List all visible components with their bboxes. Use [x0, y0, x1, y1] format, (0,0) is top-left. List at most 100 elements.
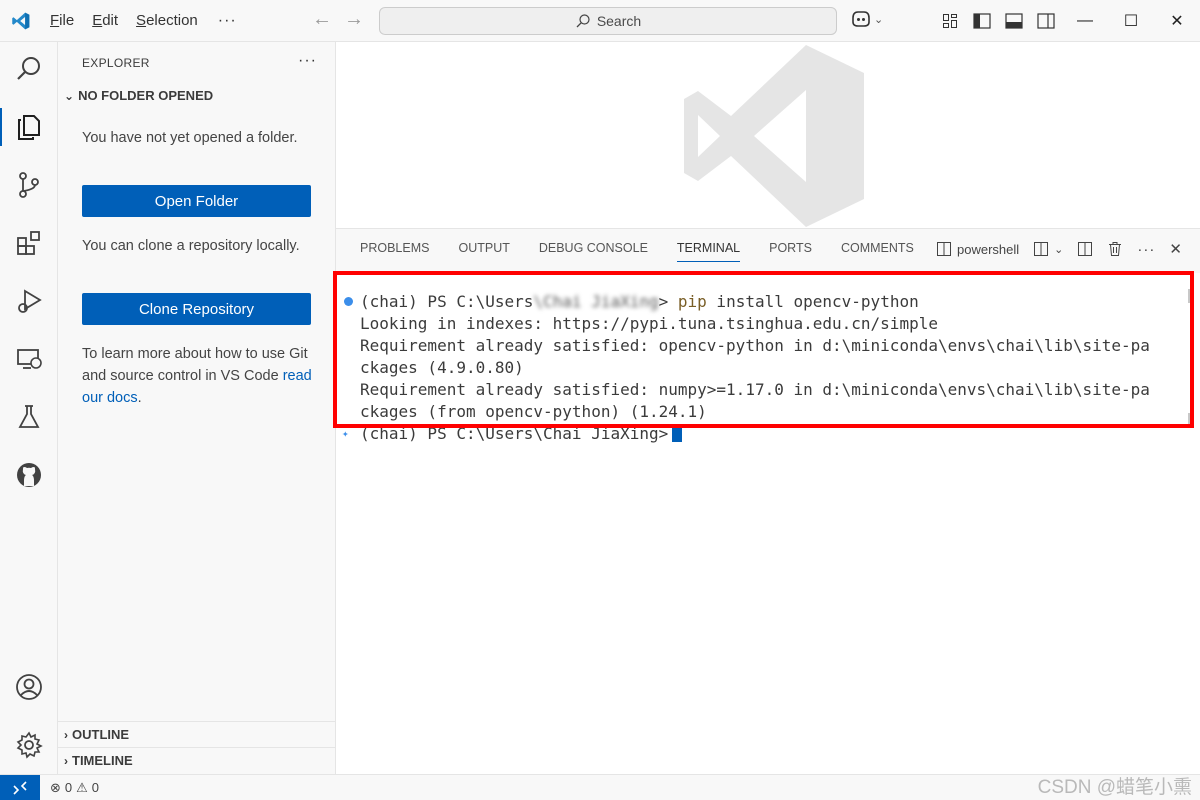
- tab-problems[interactable]: PROBLEMS: [360, 241, 429, 262]
- activity-bar: [0, 42, 58, 774]
- tab-debug-console[interactable]: DEBUG CONSOLE: [539, 241, 648, 262]
- clone-repository-button[interactable]: Clone Repository: [82, 293, 311, 325]
- error-count: 0: [64, 780, 73, 795]
- github-icon[interactable]: [0, 450, 58, 500]
- vscode-logo-icon[interactable]: [0, 0, 42, 42]
- problems-indicator[interactable]: ⊗ 0 ⚠ 0: [50, 780, 99, 796]
- chevron-right-icon: ›: [64, 727, 68, 742]
- menu-bar: File Edit Selection ···: [42, 8, 247, 34]
- layout-controls: [940, 11, 1056, 31]
- command-args: install opencv-python: [706, 292, 919, 311]
- git-docs-period: .: [137, 390, 142, 406]
- split-terminal-button[interactable]: [1077, 241, 1093, 257]
- sidebar-more-actions[interactable]: ···: [298, 52, 317, 70]
- close-panel-icon[interactable]: ✕: [1169, 240, 1182, 258]
- sparkle-icon: ✦: [342, 427, 349, 440]
- trash-icon: [1109, 242, 1122, 256]
- account-icon[interactable]: [0, 662, 58, 712]
- terminal-line: Looking in indexes: https://pypi.tuna.ts…: [360, 314, 938, 333]
- scrollbar-marker[interactable]: [1188, 413, 1192, 427]
- outline-section-header[interactable]: › OUTLINE: [58, 721, 336, 747]
- section-title: NO FOLDER OPENED: [78, 88, 214, 103]
- maximize-icon[interactable]: ☐: [1108, 0, 1154, 42]
- terminal-line: Requirement already satisfied: opencv-py…: [360, 336, 1150, 355]
- split-terminal-icon: [1078, 242, 1093, 256]
- outline-label: OUTLINE: [72, 727, 130, 742]
- close-icon[interactable]: ✕: [1154, 0, 1200, 42]
- timeline-label: TIMELINE: [72, 753, 133, 768]
- title-bar: File Edit Selection ··· ← → Search ⌄ — ☐…: [0, 0, 1200, 42]
- terminal-line: ckages (from opencv-python) (1.24.1): [360, 402, 707, 421]
- chevron-down-icon: ⌄: [874, 13, 884, 26]
- prompt-suffix: >: [658, 292, 678, 311]
- copilot-icon: [852, 11, 870, 27]
- run-debug-icon[interactable]: [0, 276, 58, 326]
- git-docs-message: To learn more about how to use Git and s…: [82, 343, 322, 409]
- no-folder-section-header[interactable]: ⌄ NO FOLDER OPENED: [64, 88, 213, 103]
- search-label: Search: [596, 13, 642, 29]
- terminal-line: (chai) PS C:\Users\Chai JiaXing> pip ins…: [360, 291, 919, 313]
- terminal-line: Requirement already satisfied: numpy>=1.…: [360, 380, 1150, 399]
- command-center-search[interactable]: Search: [379, 7, 837, 35]
- warning-icon: ⚠: [76, 779, 88, 795]
- tab-output[interactable]: OUTPUT: [458, 241, 509, 262]
- testing-icon[interactable]: [0, 392, 58, 442]
- split-icon: [1034, 242, 1049, 256]
- forward-arrow-icon[interactable]: →: [342, 8, 366, 31]
- remote-explorer-icon[interactable]: [0, 334, 58, 384]
- warning-count: 0: [91, 780, 100, 795]
- menu-edit[interactable]: Edit: [84, 8, 126, 33]
- new-terminal-dropdown[interactable]: ⌄: [1033, 241, 1063, 257]
- kill-terminal-button[interactable]: [1107, 241, 1123, 257]
- customize-layout-icon[interactable]: [940, 11, 960, 31]
- search-icon: [576, 14, 590, 28]
- sidebar-title: EXPLORER: [82, 56, 150, 70]
- command-decoration-icon[interactable]: [344, 297, 353, 306]
- chevron-down-icon: ⌄: [64, 88, 75, 103]
- tab-terminal[interactable]: TERMINAL: [676, 241, 741, 262]
- chevron-down-icon: ⌄: [1054, 243, 1064, 256]
- command-pip: pip: [677, 292, 707, 311]
- terminal-output[interactable]: (chai) PS C:\Users\Chai JiaXing> pip ins…: [336, 273, 1200, 775]
- extensions-icon[interactable]: [0, 218, 58, 268]
- search-icon[interactable]: [0, 44, 58, 94]
- copilot-button[interactable]: ⌄: [850, 10, 883, 28]
- remote-icon: [13, 780, 27, 795]
- menu-selection[interactable]: Selection: [128, 8, 206, 33]
- terminal-split-icon: [937, 242, 951, 256]
- source-control-icon[interactable]: [0, 160, 58, 210]
- open-folder-button[interactable]: Open Folder: [82, 185, 311, 217]
- terminal-selector[interactable]: powershell: [936, 241, 1019, 257]
- status-bar: ⊗ 0 ⚠ 0 CSDN @蜡笔小熏: [0, 774, 1200, 800]
- csdn-watermark: CSDN @蜡笔小熏: [1037, 777, 1192, 798]
- vscode-watermark-icon: [684, 45, 864, 227]
- minimize-icon[interactable]: —: [1062, 0, 1108, 42]
- clone-message: You can clone a repository locally.: [82, 238, 300, 254]
- explorer-icon[interactable]: [0, 102, 58, 152]
- timeline-section-header[interactable]: › TIMELINE: [58, 747, 336, 773]
- remote-indicator[interactable]: [0, 774, 40, 800]
- terminal-line: ckages (4.9.0.80): [360, 358, 524, 377]
- explorer-sidebar: EXPLORER ··· ⌄ NO FOLDER OPENED You have…: [58, 42, 336, 774]
- scrollbar-marker[interactable]: [1188, 289, 1192, 303]
- shell-name: powershell: [957, 241, 1020, 257]
- blurred-username: \Chai JiaXing: [533, 292, 659, 311]
- tab-ports[interactable]: PORTS: [769, 241, 812, 262]
- terminal-prompt: (chai) PS C:\Users\Chai JiaXing>: [360, 423, 683, 445]
- chevron-right-icon: ›: [64, 753, 68, 768]
- git-docs-text: To learn more about how to use Git and s…: [82, 346, 308, 384]
- bottom-panel: PROBLEMS OUTPUT DEBUG CONSOLE TERMINAL P…: [336, 228, 1200, 775]
- settings-gear-icon[interactable]: [0, 720, 58, 770]
- back-arrow-icon[interactable]: ←: [310, 8, 334, 31]
- tab-comments[interactable]: COMMENTS: [841, 241, 914, 262]
- editor-area: [336, 42, 1200, 228]
- window-controls: — ☐ ✕: [1062, 0, 1200, 42]
- more-actions-icon[interactable]: ···: [1137, 241, 1155, 258]
- no-folder-message: You have not yet opened a folder.: [82, 130, 298, 146]
- menu-more-button[interactable]: ···: [208, 8, 247, 34]
- toggle-secondary-sidebar-icon[interactable]: [1036, 11, 1056, 31]
- toggle-primary-sidebar-icon[interactable]: [972, 11, 992, 31]
- toggle-panel-icon[interactable]: [1004, 11, 1024, 31]
- panel-tabs: PROBLEMS OUTPUT DEBUG CONSOLE TERMINAL P…: [360, 241, 914, 262]
- menu-file[interactable]: File: [42, 8, 82, 33]
